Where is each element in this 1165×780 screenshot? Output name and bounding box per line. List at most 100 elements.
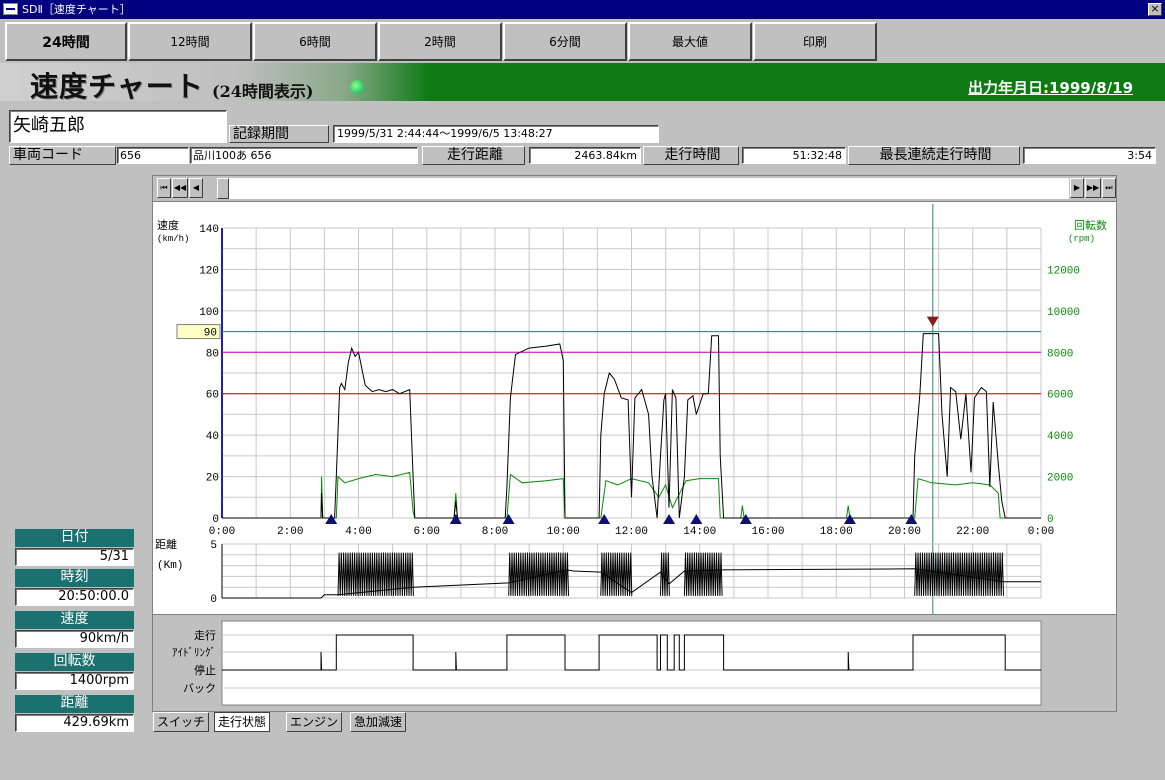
side-distance-label: 距離 xyxy=(15,695,134,713)
start-marker xyxy=(325,514,338,524)
distance-burst xyxy=(337,552,414,596)
plate-number: 品川100あ 656 xyxy=(190,147,418,164)
speed-tick-label: 80 xyxy=(206,348,219,360)
start-marker xyxy=(598,514,611,524)
side-speed-value: 90km/h xyxy=(15,630,134,648)
vehicle-code-value: 656 xyxy=(117,147,189,164)
window-title: SDⅡ［速度チャート］ xyxy=(22,3,131,16)
speed-axis-unit: (km/h) xyxy=(157,234,189,244)
toolbar-button-0[interactable]: 24時間 xyxy=(5,22,127,61)
toolbar-button-5[interactable]: 最大値 xyxy=(628,22,752,61)
speed-tick-label: 0 xyxy=(212,514,219,526)
page-title: 速度チャート xyxy=(30,70,204,103)
x-tick-label: 20:00 xyxy=(888,526,921,538)
scroll-track[interactable] xyxy=(229,178,1069,199)
speed-tick-label: 40 xyxy=(206,431,219,443)
tab-engine[interactable]: エンジン xyxy=(286,712,343,732)
drive-time-label: 走行時間 xyxy=(643,146,739,165)
start-marker xyxy=(663,514,676,524)
start-marker xyxy=(502,514,515,524)
rpm-tick-label: 6000 xyxy=(1047,390,1073,402)
vehicle-code-label: 車両コード xyxy=(9,146,116,165)
x-tick-label: 0:00 xyxy=(1028,526,1054,538)
distance-burst xyxy=(683,552,723,596)
side-rpm-value: 1400rpm xyxy=(15,672,134,690)
x-tick-label: 2:00 xyxy=(277,526,303,538)
output-date: 出力年月日:1999/8/19 xyxy=(967,79,1133,97)
distance-label: 走行距離 xyxy=(422,146,525,165)
rpm-tick-label: 2000 xyxy=(1047,473,1073,485)
x-tick-label: 14:00 xyxy=(683,526,716,538)
x-tick-label: 0:00 xyxy=(209,526,235,538)
side-distance-value: 429.69km xyxy=(15,714,134,732)
scroll-prev-button[interactable]: ◀ xyxy=(189,178,203,198)
rpm-axis-label: 回転数 xyxy=(1074,219,1107,233)
rpm-tick-label: 8000 xyxy=(1047,348,1073,360)
toolbar-button-3[interactable]: 2時間 xyxy=(378,22,502,61)
x-tick-label: 10:00 xyxy=(547,526,580,538)
tab-switch[interactable]: スイッチ xyxy=(153,712,210,732)
start-marker xyxy=(739,514,752,524)
state-row-label: ｱｲﾄﾞﾘﾝｸﾞ xyxy=(172,646,216,659)
rpm-tick-label: 12000 xyxy=(1047,265,1080,277)
scroll-last-button[interactable]: ⏭ xyxy=(1102,178,1116,198)
tab-acceleration[interactable]: 急加減速 xyxy=(350,712,407,732)
scroll-prev-page-button[interactable]: ◀◀ xyxy=(172,178,188,198)
scroll-first-button[interactable]: ⏮ xyxy=(157,178,171,198)
speed-chart[interactable]: 速度(km/h) 0 20 40 60 80 100 120 140 回転数(rpm) 0 2000 4… xyxy=(153,176,1116,614)
rpm-tick-label: 10000 xyxy=(1047,307,1080,319)
distance-burst xyxy=(600,552,633,596)
distance-burst xyxy=(508,552,569,596)
toolbar-button-1[interactable]: 12時間 xyxy=(128,22,252,61)
x-tick-label: 16:00 xyxy=(751,526,784,538)
start-marker xyxy=(690,514,703,524)
distance-burst xyxy=(914,552,1004,596)
driving-state-panel: 走行 ｱｲﾄﾞﾘﾝｸﾞ 停止 バック xyxy=(152,614,1117,712)
distance-axis-label: 距離 xyxy=(155,537,177,552)
side-time-label: 時刻 xyxy=(15,569,134,587)
tab-driving-state[interactable]: 走行状態 xyxy=(214,712,271,732)
rpm-tick-label: 0 xyxy=(1047,514,1054,526)
page-subtitle: (24時間表示) xyxy=(212,82,314,101)
cursor-marker xyxy=(926,316,939,327)
rpm-tick-label: 4000 xyxy=(1047,431,1073,443)
driver-name-field[interactable]: 矢崎五郎 xyxy=(9,110,227,143)
speed-tick-label: 120 xyxy=(199,265,219,277)
toolbar-button-6[interactable]: 印刷 xyxy=(753,22,877,61)
x-tick-label: 4:00 xyxy=(345,526,371,538)
state-row-label: 走行 xyxy=(194,629,216,642)
scroll-thumb[interactable] xyxy=(217,178,229,199)
side-time-value: 20:50:00.0 xyxy=(15,588,134,606)
window-title-bar: SDⅡ［速度チャート］ xyxy=(0,0,1165,19)
start-marker xyxy=(449,514,462,524)
driving-state-chart: 走行 ｱｲﾄﾞﾘﾝｸﾞ 停止バック xyxy=(172,620,1042,706)
speed-tick-label: 20 xyxy=(206,473,219,485)
close-button[interactable]: × xyxy=(1148,3,1162,16)
toolbar-button-2[interactable]: 6時間 xyxy=(253,22,377,61)
toolbar-button-4[interactable]: 6分間 xyxy=(503,22,627,61)
distance-axis-unit: (Km) xyxy=(157,560,183,572)
drive-time-value: 51:32:48 xyxy=(742,147,846,164)
speed-tick-label: 60 xyxy=(206,390,219,402)
side-rpm-label: 回転数 xyxy=(15,653,134,671)
side-date-value: 5/31 xyxy=(15,548,134,566)
scroll-next-page-button[interactable]: ▶▶ xyxy=(1085,178,1101,198)
state-row-label: 停止 xyxy=(194,663,216,677)
distance-tick-label: 5 xyxy=(210,540,217,552)
rpm-axis-unit: (rpm) xyxy=(1068,234,1095,244)
x-tick-label: 22:00 xyxy=(956,526,989,538)
speed-axis-label: 速度 xyxy=(157,218,179,233)
side-speed-label: 速度 xyxy=(15,611,134,629)
x-tick-label: 12:00 xyxy=(615,526,648,538)
period-value: 1999/5/31 2:44:44～1999/6/5 13:48:27 xyxy=(333,125,659,143)
speed-tick-label: 100 xyxy=(199,307,219,319)
scroll-next-button[interactable]: ▶ xyxy=(1070,178,1084,198)
side-date-label: 日付 xyxy=(15,529,134,547)
status-dot-icon xyxy=(350,80,364,94)
speed-tick-label: 140 xyxy=(199,224,219,236)
x-tick-label: 18:00 xyxy=(820,526,853,538)
start-marker xyxy=(905,514,918,524)
max-continuous-value: 3:54 xyxy=(1023,147,1156,164)
period-label: 記録期間 xyxy=(229,125,329,143)
state-plot-bg xyxy=(221,620,1042,706)
